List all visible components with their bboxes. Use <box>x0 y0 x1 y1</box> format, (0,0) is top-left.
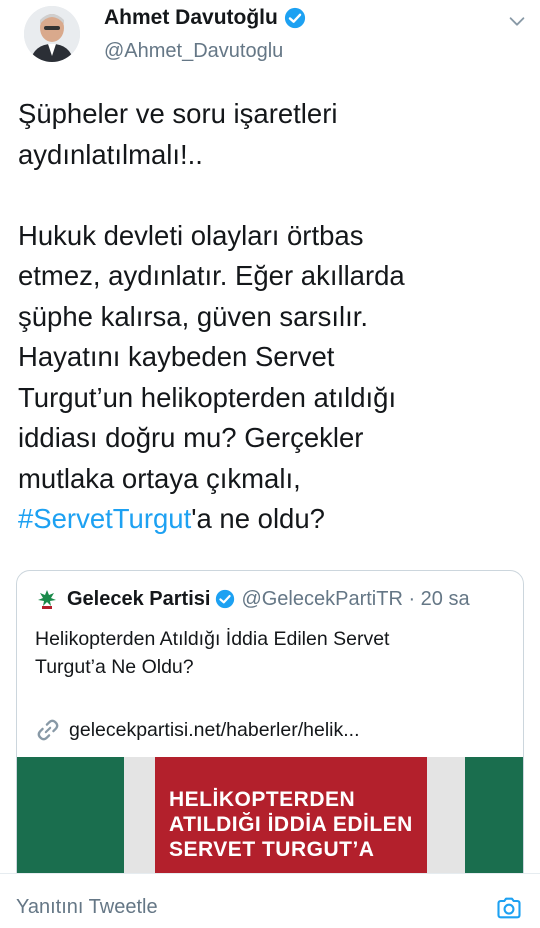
tweet-line: Hayatını kaybeden Servet <box>18 341 335 372</box>
tweet-line: şüphe kalırsa, güven sarsılır. <box>18 300 369 332</box>
hashtag-link[interactable]: #ServetTurgut <box>18 503 191 534</box>
quoted-author-name: Gelecek Partisi <box>67 587 211 610</box>
tweet-line: etmez, aydınlatır. Eğer akıllarda <box>18 260 405 291</box>
quoted-link-url[interactable]: gelecekpartisi.net/haberler/helik... <box>69 719 360 742</box>
quoted-author-handle: @GelecekPartiTR · 20 sa <box>241 587 470 610</box>
author-name[interactable]: Ahmet Davutoğlu <box>104 6 278 30</box>
author-name-row[interactable]: Ahmet Davutoğlu <box>104 6 306 30</box>
tweet-line: Şüpheler ve soru işaretleri <box>18 98 338 129</box>
quoted-tweet-card[interactable]: Gelecek Partisi @GelecekPartiTR · 20 sa … <box>16 570 524 892</box>
tweet-line: aydınlatılmalı!.. <box>18 138 203 170</box>
quoted-tweet-text: Helikopterden Atıldığı İddia Edilen Serv… <box>35 625 505 681</box>
tweet-line: iddiası doğru mu? Gerçekler <box>18 422 364 453</box>
tweet-header: Ahmet Davutoğlu @Ahmet_Davutoglu <box>0 0 540 85</box>
author-handle[interactable]: @Ahmet_Davutoglu <box>104 40 283 63</box>
quoted-tweet-header: Gelecek Partisi @GelecekPartiTR · 20 sa <box>35 587 470 611</box>
quoted-link[interactable]: gelecekpartisi.net/haberler/helik... <box>35 717 360 743</box>
media-text-line: HELİKOPTERDEN <box>169 788 356 811</box>
gelecek-partisi-logo-icon <box>38 590 56 609</box>
link-icon <box>37 719 59 741</box>
tweet-line: mutlaka ortaya çıkmalı, <box>18 462 301 494</box>
media-text-line: ATILDIĞI İDDİA EDİLEN <box>169 813 413 836</box>
reply-input[interactable]: Yanıtını Tweetle <box>16 896 158 919</box>
tweet-text: Şüpheler ve soru işaretleri aydınlatılma… <box>18 94 523 540</box>
avatar[interactable] <box>24 6 80 62</box>
tweet-line-last: #ServetTurgut'a ne oldu? <box>18 499 523 540</box>
verified-badge-icon <box>284 7 305 29</box>
camera-icon[interactable] <box>495 894 523 922</box>
quoted-text-line: Turgut’a Ne Oldu? <box>35 656 194 678</box>
tweet-tail: 'a ne oldu? <box>191 503 325 534</box>
tweet-line: Turgut’un helikopterden atıldığı <box>18 381 397 413</box>
reply-bar: Yanıtını Tweetle <box>0 873 540 928</box>
chevron-down-icon[interactable] <box>506 10 528 32</box>
quoted-media-image[interactable]: HELİKOPTERDEN ATILDIĞI İDDİA EDİLEN SERV… <box>17 757 523 891</box>
tweet-line: Hukuk devleti olayları örtbas <box>18 219 364 251</box>
quoted-text-line: Helikopterden Atıldığı İddia Edilen Serv… <box>35 628 390 650</box>
media-headline: HELİKOPTERDEN ATILDIĞI İDDİA EDİLEN SERV… <box>169 787 419 862</box>
media-text-line: SERVET TURGUT’A <box>169 838 375 861</box>
verified-badge-icon <box>216 589 235 609</box>
